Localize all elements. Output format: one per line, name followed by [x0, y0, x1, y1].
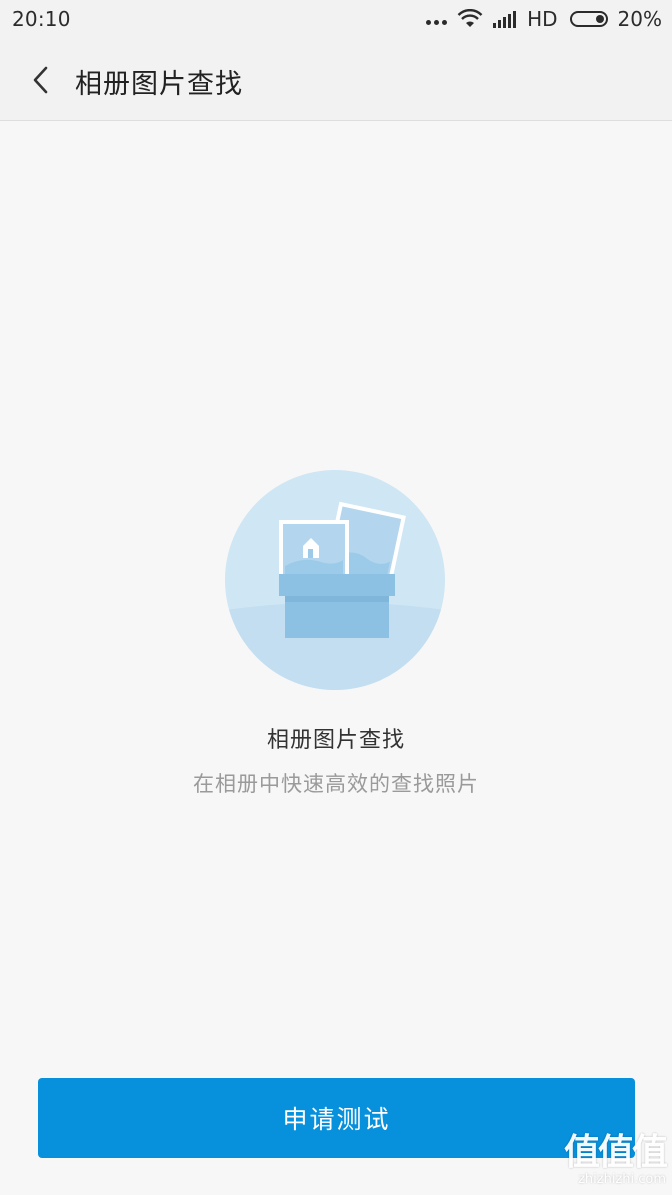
- status-icons: HD 20%: [426, 6, 662, 32]
- status-time: 20:10: [12, 7, 71, 31]
- photo-album-box-icon: [225, 470, 445, 690]
- status-bar: 20:10 HD 20%: [0, 0, 672, 38]
- battery-icon: [569, 11, 608, 27]
- feature-description: 在相册中快速高效的查找照片: [193, 772, 479, 796]
- page-title: 相册图片查找: [75, 69, 243, 100]
- watermark-site: zhizhizhi.com: [578, 1172, 666, 1187]
- battery-percent: 20%: [617, 7, 662, 31]
- apply-test-button[interactable]: 申请测试: [38, 1078, 635, 1158]
- title-bar: 相册图片查找: [0, 38, 672, 121]
- feature-title: 相册图片查找: [266, 728, 405, 753]
- more-notifications-icon: [426, 19, 448, 25]
- wifi-icon: [457, 9, 483, 27]
- watermark-logo-text: 值值值: [563, 1132, 668, 1173]
- back-button[interactable]: [20, 60, 60, 100]
- chevron-left-icon: [33, 66, 48, 94]
- watermark-logo: 值值值 zhizhizhi.com: [563, 1132, 668, 1187]
- network-type: HD: [527, 7, 558, 31]
- signal-icon: [493, 11, 517, 28]
